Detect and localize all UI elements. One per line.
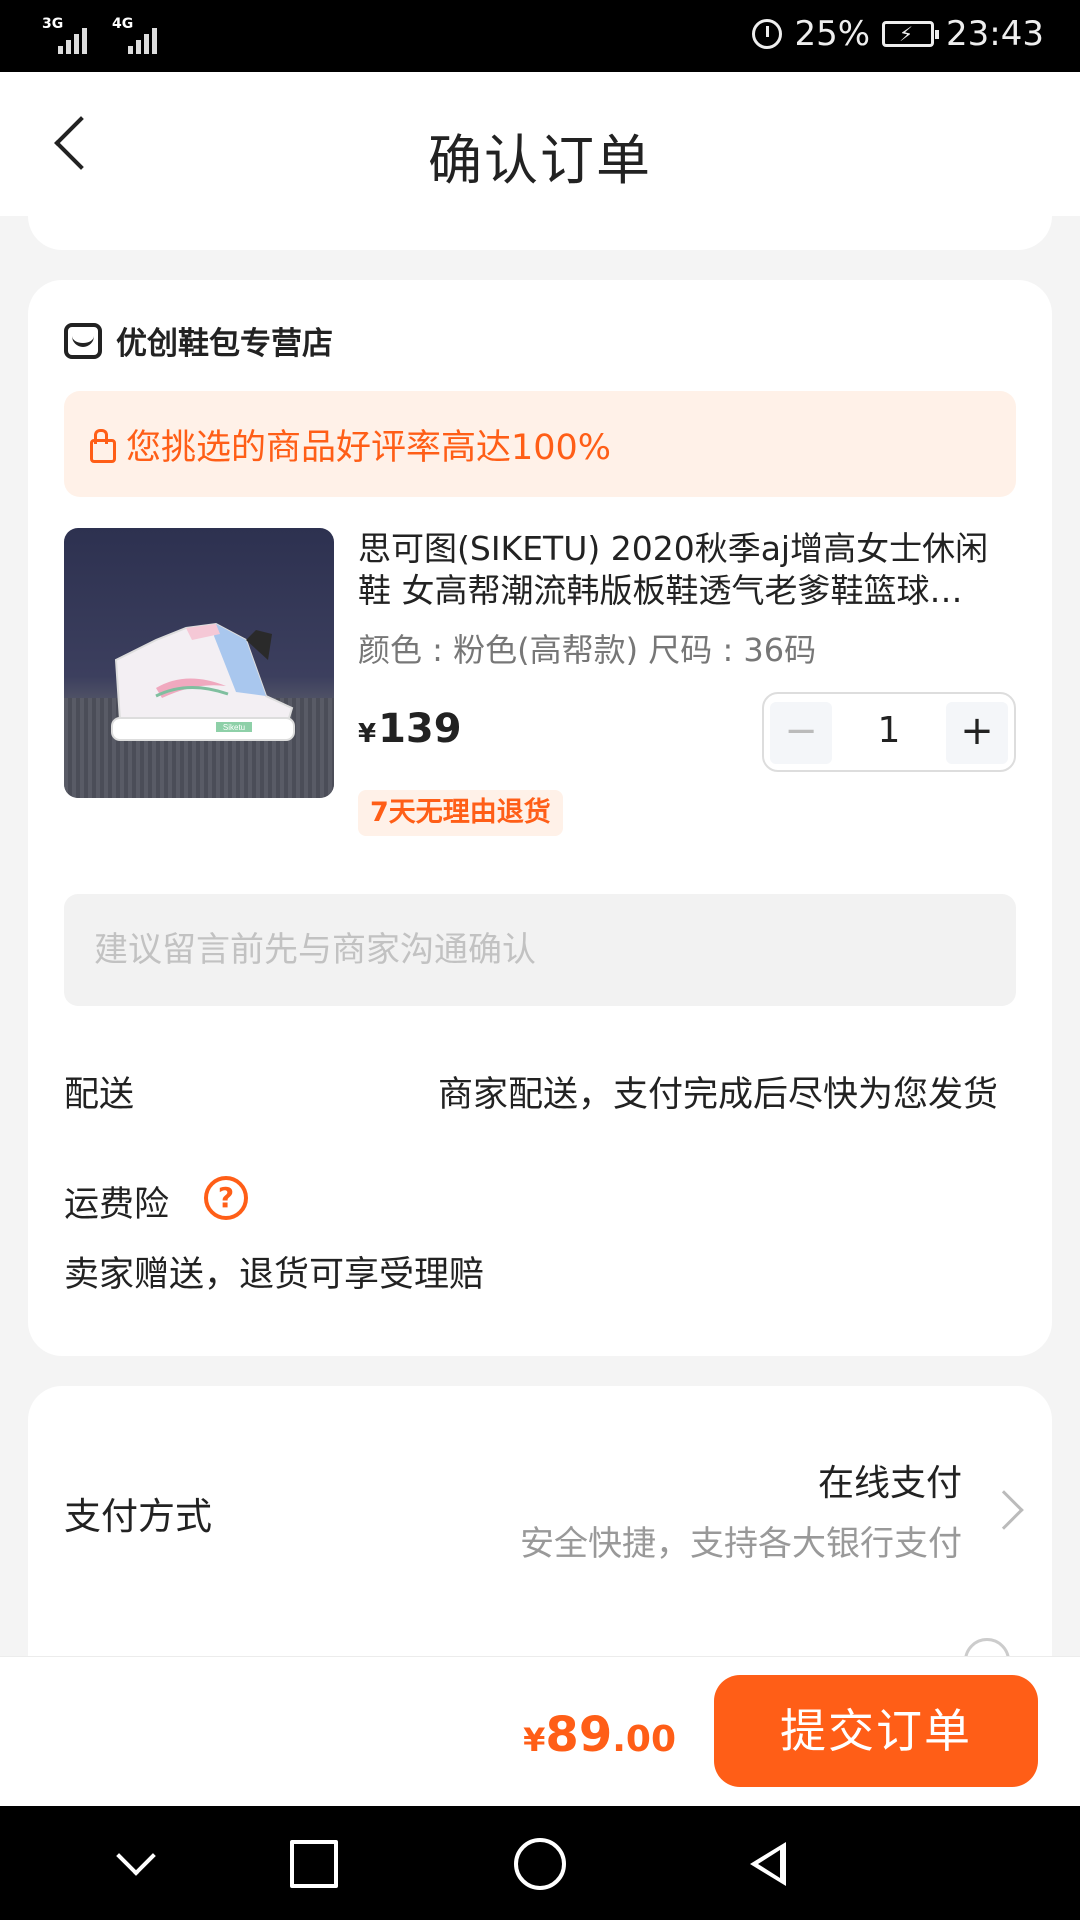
total-currency: ¥ bbox=[523, 1721, 546, 1759]
payment-method-sub: 安全快捷，支持各大银行支付 bbox=[520, 1524, 962, 1564]
product-spec[interactable]: 颜色 : 粉色(高帮款) 尺码 : 36码 bbox=[358, 625, 816, 671]
checkout-footer: ¥89.00 提交订单 bbox=[0, 1656, 1080, 1806]
payment-card[interactable]: 支付方式 在线支付 安全快捷，支持各大银行支付 bbox=[28, 1386, 1052, 1684]
battery-charging-icon: ⚡ bbox=[882, 21, 940, 47]
order-note-input[interactable] bbox=[64, 894, 1016, 1006]
increase-quantity-button[interactable]: + bbox=[946, 702, 1008, 764]
battery-percent: 25% bbox=[794, 14, 871, 54]
decrease-quantity-button[interactable]: − bbox=[770, 702, 832, 764]
chevron-right-icon bbox=[984, 1490, 1024, 1530]
clock: 23:43 bbox=[946, 14, 1044, 54]
shipping-insurance-label: 运费险 bbox=[64, 1185, 170, 1225]
total-decimal: .00 bbox=[612, 1719, 676, 1760]
product-price: ¥139 bbox=[358, 706, 462, 752]
submit-order-button[interactable]: 提交订单 bbox=[714, 1675, 1038, 1787]
alarm-icon bbox=[752, 19, 783, 49]
collapse-down-icon[interactable] bbox=[108, 1836, 164, 1892]
payment-method-value: 在线支付 bbox=[817, 1463, 962, 1504]
status-right: 25% ⚡ 23:43 bbox=[752, 14, 1044, 54]
help-icon[interactable]: ? bbox=[204, 1176, 248, 1220]
price-currency: ¥ bbox=[358, 719, 377, 749]
total-integer: 89 bbox=[545, 1707, 613, 1763]
store-icon bbox=[64, 322, 102, 359]
sneaker-illustration: Siketu bbox=[111, 622, 295, 741]
payment-method-label: 支付方式 bbox=[64, 1495, 212, 1538]
page-title: 确认订单 bbox=[428, 129, 652, 192]
signal-3g-icon: 3G bbox=[40, 16, 96, 56]
status-bar: 3G 4G 25% ⚡ 23:43 bbox=[0, 0, 1080, 72]
product-title-line1: 思可图(SIKETU) 2020秋季aj增高女士休闲 bbox=[358, 529, 989, 568]
app-header: 确认订单 bbox=[0, 72, 1080, 216]
shop-header[interactable]: 优创鞋包专营店 bbox=[64, 318, 333, 363]
quantity-stepper: − 1 + bbox=[762, 692, 1016, 772]
order-card: 优创鞋包专营店 您挑选的商品好评率高达100% Siketu 思可图(SIKET… bbox=[28, 280, 1052, 1356]
product-image[interactable]: Siketu bbox=[64, 528, 334, 798]
product-title[interactable]: 思可图(SIKETU) 2020秋季aj增高女士休闲 鞋 女高帮潮流韩版板鞋透气… bbox=[358, 528, 1018, 612]
rating-banner-text: 您挑选的商品好评率高达100% bbox=[126, 427, 612, 468]
brand-mark: Siketu bbox=[223, 723, 245, 732]
home-icon[interactable] bbox=[512, 1836, 568, 1892]
signal-indicators: 3G 4G bbox=[40, 16, 166, 56]
product-title-line2: 鞋 女高帮潮流韩版板鞋透气老爹鞋篮球… bbox=[358, 571, 963, 610]
thumbs-up-icon bbox=[84, 429, 116, 463]
signal-4g-icon: 4G bbox=[110, 16, 166, 56]
system-nav-bar bbox=[0, 1806, 1080, 1920]
order-total: ¥89.00 bbox=[523, 1707, 676, 1763]
shop-name: 优创鞋包专营店 bbox=[116, 326, 333, 362]
return-policy-badge: 7天无理由退货 bbox=[358, 790, 563, 836]
rating-banner: 您挑选的商品好评率高达100% bbox=[64, 391, 1016, 497]
shipping-insurance-desc: 卖家赠送，退货可享受理赔 bbox=[64, 1255, 485, 1295]
quantity-value[interactable]: 1 bbox=[840, 710, 938, 751]
recent-apps-icon[interactable] bbox=[286, 1836, 342, 1892]
shipping-label: 配送 bbox=[64, 1075, 135, 1115]
back-triangle-icon[interactable] bbox=[744, 1836, 800, 1892]
price-value: 139 bbox=[378, 706, 462, 752]
shipping-value: 商家配送，支付完成后尽快为您发货 bbox=[437, 1075, 998, 1115]
address-card-bottom bbox=[28, 196, 1052, 250]
